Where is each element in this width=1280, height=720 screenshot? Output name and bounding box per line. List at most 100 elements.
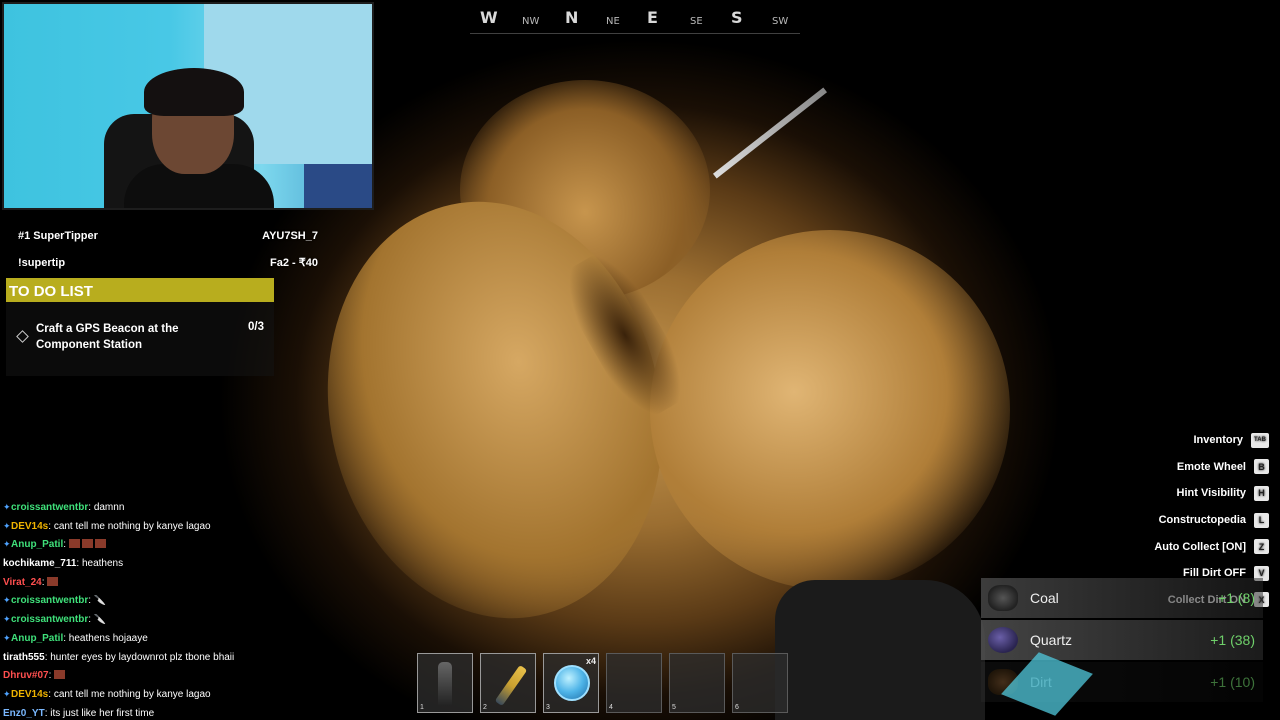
chat-username[interactable]: Anup_Patil [11,633,63,644]
compass-mark: E [647,8,658,27]
drill-icon [494,664,528,707]
coal-icon [988,585,1018,611]
hotbar-slot-6[interactable]: 6 [732,653,788,713]
todo-header: TO DO LIST [6,278,274,302]
todo-progress: 0/3 [248,321,264,333]
chat-message: Dhruv#07: [3,670,293,689]
collect-item-name: Coal [1030,590,1059,606]
hotbar-slot-3[interactable]: x4 3 [543,653,599,713]
chat-text: damnn [93,502,125,513]
collect-item-delta: +1 (8) [1218,590,1255,606]
chat-username[interactable]: Enz0_YT [3,708,45,719]
chat-username[interactable]: DEV14s [11,689,48,700]
key-hint-label: Emote Wheel [1176,460,1246,473]
chat-username[interactable]: Virat_24 [3,577,42,588]
chat-text: cant tell me nothing by kanye lagao [53,688,211,700]
chat-badge-icon: ✦ [3,632,11,643]
compass-mark: N [565,8,579,27]
keycap: Z [1254,539,1269,555]
supertipper-label: #1 SuperTipper [18,229,98,242]
chat-message: Enz0_YT: its just like her first time [3,708,293,720]
key-hint: Auto Collect [ON] Z [1154,533,1269,560]
compass-mark: S [731,8,743,27]
keycap: H [1254,485,1269,501]
chat-emote-icon [47,576,59,586]
slot-number: 6 [735,704,739,711]
key-hint: Inventory TAB [1154,427,1269,454]
chat-username[interactable]: croissantwentbr [11,502,88,513]
collect-item-delta: +1 (38) [1210,632,1255,648]
chat-text: its just like her first time [50,707,155,719]
hotbar-slot-1[interactable]: 1 [417,653,473,713]
todo-item: Craft a GPS Beacon at the Component Stat… [6,302,274,376]
webcam-overlay [2,2,374,210]
chat-username[interactable]: kochikame_711 [3,558,76,569]
keycap: B [1254,459,1269,475]
hotbar-slot-5[interactable]: 5 [669,653,725,713]
chat-message: ✦DEV14s: cant tell me nothing by kanye l… [3,521,293,540]
chat-emote-icon [54,670,66,680]
slot-number: 3 [546,704,550,711]
chat-badge-icon: ✦ [3,502,11,512]
collect-notification: Coal +1 (8) [981,578,1263,618]
key-hint: Constructopedia L [1154,507,1269,534]
cave-rock [650,230,1010,590]
chat-emote-icon [94,539,106,549]
chat-username[interactable]: croissantwentbr [11,614,88,625]
chat-message: ✦DEV14s: cant tell me nothing by kanye l… [3,689,293,708]
chat-text: 🔪 [93,595,107,607]
chat-username[interactable]: Anup_Patil [11,539,63,550]
chat-text: cant tell me nothing by kanye lagao [53,520,211,532]
compass-mark: W [480,8,498,27]
chat-badge-icon: ✦ [3,688,11,699]
slot-quantity: x4 [585,656,596,666]
key-hint-label: Auto Collect [ON] [1154,540,1246,553]
webcam-background [304,164,372,208]
chat-username[interactable]: croissantwentbr [11,595,88,606]
slot-number: 4 [609,704,613,711]
chat-text: 🔪 [93,614,107,626]
chat-text: heathens [81,558,124,570]
quartz-icon [988,627,1018,653]
keycap: TAB [1251,432,1269,448]
chat-text: hunter eyes by laydownrot plz tbone bhai… [50,651,235,663]
player-tool [712,87,828,179]
hotbar-slot-4[interactable]: 4 [606,653,662,713]
supertipper-value: AYU7SH_7 [262,229,318,242]
chat-message: ✦croissantwentbr: 🔪 [3,614,293,633]
chat-emote-icon [68,539,80,549]
todo-list: TO DO LIST Craft a GPS Beacon at the Com… [6,278,274,376]
orb-icon [554,665,590,701]
webcam-person [144,68,244,116]
chat-text: heathens hojaaye [68,632,148,644]
chat-username[interactable]: DEV14s [11,521,48,532]
key-hint-label: Hint Visibility [1176,487,1246,500]
hotbar-slot-2[interactable]: 2 [480,653,536,713]
diamond-icon [16,330,29,343]
chat-emote-icon [81,539,93,549]
keycap: L [1254,512,1269,528]
key-hint-label: Constructopedia [1158,514,1246,527]
supertip-command: !supertip [18,256,66,269]
player-hand [775,580,985,720]
key-hint: Hint Visibility H [1154,480,1269,507]
compass-mark: SE [690,16,703,27]
supertip-command-row: !supertip Fa2 - ₹40 [18,249,318,276]
compass-mark: NW [522,16,540,27]
stream-chat: ✦croissantwentbr: damnn ✦DEV14s: cant tel… [3,502,293,720]
slot-number: 1 [420,704,424,711]
chat-username[interactable]: tirath555 [3,652,45,663]
chat-username[interactable]: Dhruv#07 [3,670,49,681]
chat-message: ✦croissantwentbr: damnn [3,502,293,521]
chat-message: kochikame_711: heathens [3,558,293,577]
compass-mark: NE [606,16,620,27]
collect-item-delta: +1 (10) [1210,674,1255,690]
chat-badge-icon: ✦ [3,539,11,550]
todo-task: Craft a GPS Beacon at the Component Stat… [36,323,179,351]
chat-badge-icon: ✦ [3,614,11,625]
hotbar: 1 2 x4 3 4 5 6 [417,653,788,713]
key-hint-label: Inventory [1193,434,1243,447]
slot-number: 2 [483,704,487,711]
chat-badge-icon: ✦ [3,595,11,606]
chat-message: ✦Anup_Patil: heathens hojaaye [3,633,293,652]
